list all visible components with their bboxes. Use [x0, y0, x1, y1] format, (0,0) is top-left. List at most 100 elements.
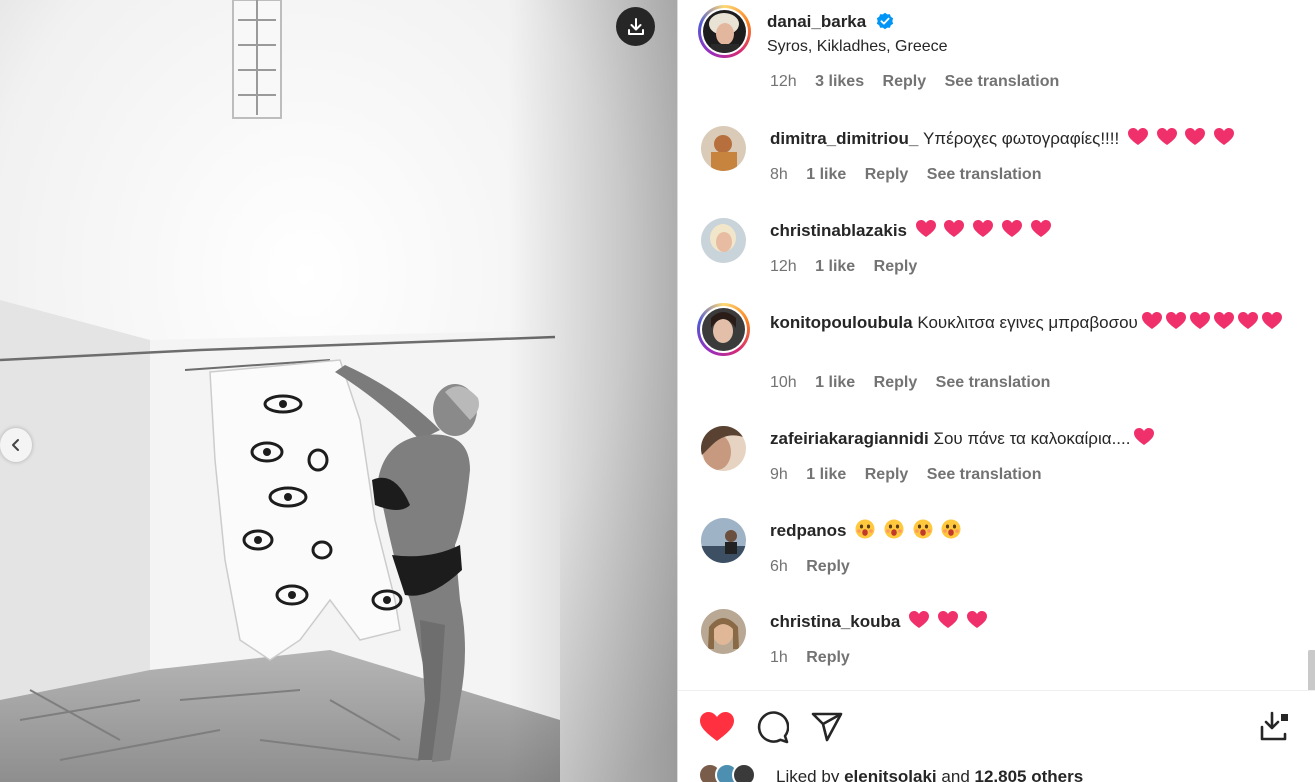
heart-emoji-icon	[1189, 312, 1210, 329]
comment-meta: 6h Reply	[770, 558, 864, 576]
comment-text: christina_kouba	[770, 609, 1300, 635]
comment-time: 1h	[770, 649, 788, 666]
comment-username[interactable]: redpanos	[770, 521, 847, 540]
previous-image-button[interactable]	[0, 428, 32, 462]
comment-meta-partial: 12h 3 likes Reply See translation	[770, 73, 1073, 91]
heart-emoji-group	[1138, 312, 1282, 332]
heart-emoji-icon	[944, 220, 965, 237]
heart-emoji-icon	[1030, 220, 1051, 237]
save-icon[interactable]	[1260, 710, 1290, 742]
comment-likes[interactable]: 1 like	[815, 374, 855, 391]
comment-username[interactable]: christina_kouba	[770, 612, 900, 631]
liked-by-summary: Liked by elenitsolaki and 12,805 others	[776, 767, 1083, 782]
heart-emoji-icon	[1134, 428, 1155, 445]
instagram-post-view: danai_barka Syros, Kikladhes, Greece 12h…	[0, 0, 1315, 782]
heart-emoji-group	[912, 220, 1051, 240]
commenter-avatar	[702, 308, 745, 351]
chevron-left-icon	[12, 439, 19, 451]
comment-meta: 8h 1 like Reply See translation	[770, 166, 1055, 184]
comment-likes[interactable]: 1 like	[815, 258, 855, 275]
comment-username[interactable]: dimitra_dimitriou_	[770, 129, 918, 148]
astonished-emoji-group	[851, 519, 961, 540]
commenter-avatar[interactable]	[701, 126, 746, 171]
reply-button[interactable]: Reply	[874, 258, 918, 275]
comment-username[interactable]: konitopouloubula	[770, 313, 913, 332]
comment-username[interactable]: christinablazakis	[770, 221, 907, 240]
post-side-panel: danai_barka Syros, Kikladhes, Greece 12h…	[677, 0, 1315, 782]
reply-button[interactable]: Reply	[883, 73, 927, 90]
see-translation-button[interactable]: See translation	[927, 466, 1042, 483]
heart-emoji-icon	[966, 611, 987, 628]
post-action-bar: Liked by elenitsolaki and 12,805 others	[678, 690, 1315, 782]
comment-likes[interactable]: 1 like	[806, 466, 846, 483]
comment-text: dimitra_dimitriou_ Υπέροχες φωτογραφίες!…	[770, 126, 1300, 152]
post-media	[0, 0, 677, 782]
heart-emoji-icon	[1001, 220, 1022, 237]
download-icon	[627, 17, 644, 35]
author-story-ring[interactable]	[698, 5, 751, 58]
see-translation-button[interactable]: See translation	[927, 166, 1042, 183]
liked-by-and: and	[941, 767, 970, 782]
liker-avatar	[732, 763, 756, 782]
download-button[interactable]	[616, 7, 655, 46]
comment-time: 9h	[770, 466, 788, 483]
reply-button[interactable]: Reply	[806, 558, 850, 575]
see-translation-button[interactable]: See translation	[945, 73, 1060, 90]
comments-list[interactable]: 12h 3 likes Reply See translation dimitr…	[678, 70, 1308, 690]
heart-filled-icon[interactable]	[699, 711, 735, 743]
comment-time: 10h	[770, 374, 797, 391]
comment-body: Σου πάνε τα καλοκαίρια....	[933, 429, 1131, 448]
comment-icon[interactable]	[756, 711, 789, 744]
comment-time: 12h	[770, 73, 797, 90]
heart-emoji-icon	[937, 611, 958, 628]
comment-time: 6h	[770, 558, 788, 575]
author-avatar	[703, 10, 746, 53]
reply-button[interactable]: Reply	[865, 166, 909, 183]
reply-button[interactable]: Reply	[874, 374, 918, 391]
comment-meta: 10h 1 like Reply See translation	[770, 374, 1064, 392]
heart-emoji-group	[1124, 128, 1235, 148]
author-username[interactable]: danai_barka	[767, 12, 866, 32]
comment-time: 12h	[770, 258, 797, 275]
comment-likes[interactable]: 3 likes	[815, 73, 864, 90]
heart-emoji-icon	[1141, 312, 1162, 329]
share-icon[interactable]	[811, 712, 843, 742]
liked-by-others[interactable]: 12,805 others	[975, 767, 1084, 782]
comment-likes[interactable]: 1 like	[806, 166, 846, 183]
heart-emoji-icon	[1214, 128, 1235, 145]
post-location[interactable]: Syros, Kikladhes, Greece	[767, 38, 948, 56]
comment-text: christinablazakis	[770, 218, 1300, 244]
comment-text: zafeiriakaragiannidi Σου πάνε τα καλοκαί…	[770, 426, 1300, 452]
astonished-face-emoji-icon	[913, 519, 933, 539]
comment-body: Κουκλιτσα εγινες μπραβοσου	[917, 313, 1138, 332]
commenter-story-ring[interactable]	[697, 303, 750, 356]
commenter-avatar[interactable]	[701, 518, 746, 563]
comment-time: 8h	[770, 166, 788, 183]
commenter-avatar[interactable]	[701, 218, 746, 263]
comment-meta: 12h 1 like Reply	[770, 258, 931, 276]
heart-emoji-icon	[1165, 312, 1186, 329]
heart-emoji-icon	[909, 611, 930, 628]
comment-username[interactable]: zafeiriakaragiannidi	[770, 429, 929, 448]
comment-text: redpanos	[770, 518, 1300, 544]
heart-emoji-icon	[1261, 312, 1282, 329]
comment-text: konitopouloubula Κουκλιτσα εγινες μπραβο…	[770, 310, 1300, 336]
commenter-avatar[interactable]	[701, 609, 746, 654]
astonished-face-emoji-icon	[855, 519, 875, 539]
liked-by-user[interactable]: elenitsolaki	[844, 767, 937, 782]
heart-emoji-icon	[1213, 312, 1234, 329]
liker-avatars[interactable]	[698, 763, 778, 782]
comment-body: Υπέροχες φωτογραφίες!!!!	[923, 129, 1120, 148]
comment-meta: 9h 1 like Reply See translation	[770, 466, 1055, 484]
heart-emoji-icon	[1185, 128, 1206, 145]
liked-by-prefix: Liked by	[776, 767, 840, 782]
heart-emoji-icon	[1156, 128, 1177, 145]
heart-emoji-icon	[1237, 312, 1258, 329]
commenter-avatar[interactable]	[701, 426, 746, 471]
astonished-face-emoji-icon	[884, 519, 904, 539]
reply-button[interactable]: Reply	[806, 649, 850, 666]
post-header: danai_barka Syros, Kikladhes, Greece	[678, 0, 1308, 70]
post-photo	[0, 0, 677, 782]
reply-button[interactable]: Reply	[865, 466, 909, 483]
see-translation-button[interactable]: See translation	[936, 374, 1051, 391]
